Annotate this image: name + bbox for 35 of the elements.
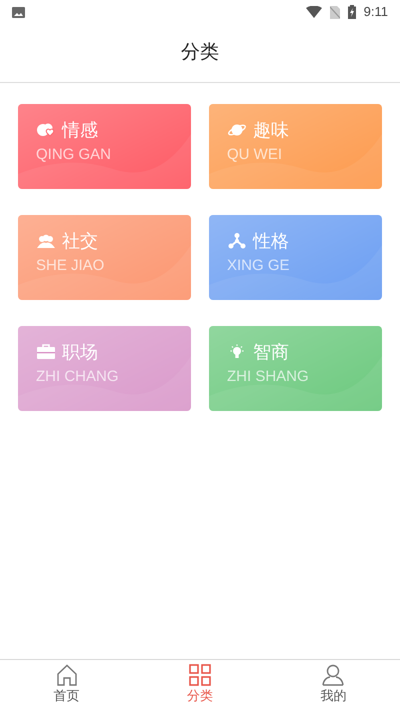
category-subtitle: QU WEI: [227, 145, 282, 165]
image-icon: [12, 6, 25, 18]
category-subtitle: QING GAN: [36, 145, 112, 165]
tab-item[interactable]: 我的: [266, 660, 400, 711]
user-icon: [322, 664, 344, 686]
status-time: 9:11: [364, 3, 388, 22]
molecule-icon: [227, 233, 247, 249]
category-card[interactable]: 趣味 QU WEI: [209, 104, 382, 189]
battery-charging-icon: [348, 5, 356, 19]
category-card[interactable]: 智商 ZHI SHANG: [209, 326, 382, 411]
category-title: 社交: [62, 230, 98, 252]
category-subtitle: ZHI CHANG: [36, 367, 118, 387]
category-card[interactable]: 性格 XING GE: [209, 215, 382, 300]
planet-icon: [227, 122, 247, 138]
category-card[interactable]: 社交 SHE JIAO: [18, 215, 191, 300]
category-title: 趣味: [253, 119, 289, 141]
wifi-icon: [306, 6, 322, 18]
category-subtitle: SHE JIAO: [36, 256, 104, 276]
heart-cloud-icon: [36, 122, 56, 138]
tab-item[interactable]: 分类: [133, 660, 267, 711]
category-subtitle: XING GE: [227, 256, 290, 276]
category-title: 情感: [62, 119, 98, 141]
category-card[interactable]: 职场 ZHI CHANG: [18, 326, 191, 411]
category-title: 职场: [62, 341, 98, 363]
people-icon: [36, 233, 56, 249]
page-title: 分类: [181, 40, 219, 65]
category-card[interactable]: 情感 QING GAN: [18, 104, 191, 189]
tab-item[interactable]: 首页: [0, 660, 134, 711]
grid-icon: [188, 664, 211, 686]
category-title: 智商: [253, 341, 289, 363]
category-title: 性格: [253, 230, 289, 252]
category-subtitle: ZHI SHANG: [227, 367, 309, 387]
home-icon: [56, 664, 78, 686]
no-sim-icon: [330, 6, 340, 18]
briefcase-icon: [36, 344, 56, 360]
